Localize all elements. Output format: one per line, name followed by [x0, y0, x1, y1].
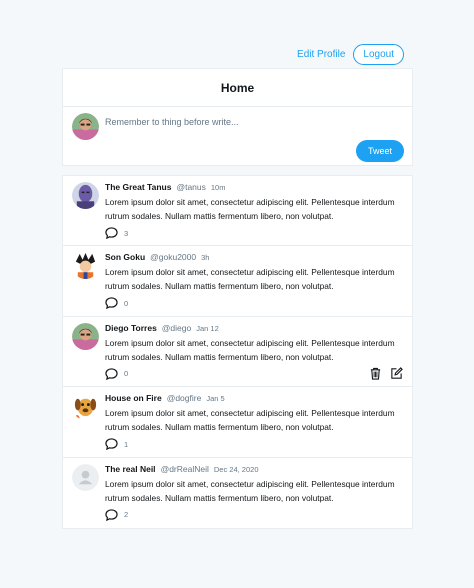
user-photo-avatar	[72, 113, 99, 140]
dog-avatar[interactable]	[72, 393, 99, 421]
logout-button[interactable]: Logout	[353, 44, 404, 65]
tweet-time: Dec 24, 2020	[213, 464, 259, 474]
tweet-feed: The Great Tanus @tanus 10m Lorem ipsum d…	[62, 175, 413, 529]
reply-count: 3	[124, 228, 129, 238]
tweet-time: 3h	[201, 253, 210, 263]
tweet-button[interactable]: Tweet	[355, 140, 404, 162]
composer-input[interactable]	[105, 117, 385, 127]
author-name[interactable]: The Great Tanus	[105, 182, 171, 192]
trash-icon[interactable]	[369, 367, 382, 380]
comment-icon[interactable]	[105, 438, 118, 451]
tweet-body: Lorem ipsum dolor sit amet, consectetur …	[105, 337, 395, 362]
tweet-body: Lorem ipsum dolor sit amet, consectetur …	[105, 197, 395, 221]
comment-icon[interactable]	[105, 508, 118, 521]
user-photo-avatar[interactable]	[72, 322, 99, 350]
goku-avatar[interactable]	[72, 252, 99, 280]
tweet-actions	[369, 366, 403, 380]
comment-icon[interactable]	[105, 227, 118, 239]
author-name[interactable]: Son Goku	[105, 252, 145, 262]
tweet-item: The real Neil @drRealNeil Dec 24, 2020 L…	[63, 458, 412, 528]
reply-count: 1	[124, 439, 129, 449]
author-handle[interactable]: @diego	[162, 323, 191, 333]
tweet-item: Son Goku @goku2000 3h Lorem ipsum dolor …	[63, 246, 412, 317]
tweet-item: The Great Tanus @tanus 10m Lorem ipsum d…	[63, 176, 412, 247]
author-handle[interactable]: @goku2000	[150, 252, 196, 262]
comment-icon[interactable]	[105, 368, 118, 380]
tweet-body: Lorem ipsum dolor sit amet, consectetur …	[105, 267, 395, 292]
tweet-time: 10m	[210, 183, 226, 192]
author-handle[interactable]: @drRealNeil	[161, 464, 209, 474]
tweet-body: Lorem ipsum dolor sit amet, consectetur …	[105, 408, 395, 433]
page-title: Home	[63, 69, 412, 107]
reply-count: 2	[124, 510, 129, 520]
tweet-composer: Tweet	[63, 107, 412, 167]
edit-icon[interactable]	[390, 366, 403, 380]
author-name[interactable]: House on Fire	[105, 393, 162, 403]
default-user-avatar[interactable]	[72, 463, 99, 491]
author-name[interactable]: Diego Torres	[105, 323, 157, 333]
top-bar: Edit Profile Logout	[297, 44, 404, 65]
tweet-time: Jan 12	[196, 323, 219, 333]
tweet-time: Jan 5	[206, 394, 225, 404]
tweet-item: Diego Torres @diego Jan 12 Lorem ipsum d…	[63, 317, 412, 388]
author-name[interactable]: The real Neil	[105, 464, 156, 474]
tweet-item: House on Fire @dogfire Jan 5 Lorem ipsum…	[63, 387, 412, 458]
purple-character-avatar[interactable]	[72, 182, 99, 209]
author-handle[interactable]: @tanus	[176, 182, 205, 192]
tweet-body: Lorem ipsum dolor sit amet, consectetur …	[105, 478, 395, 503]
edit-profile-button[interactable]: Edit Profile	[297, 49, 345, 60]
comment-icon[interactable]	[105, 297, 118, 310]
reply-count: 0	[124, 298, 129, 308]
author-handle[interactable]: @dogfire	[167, 393, 202, 403]
home-card: Home Tweet	[62, 68, 413, 166]
reply-count: 0	[124, 369, 129, 379]
